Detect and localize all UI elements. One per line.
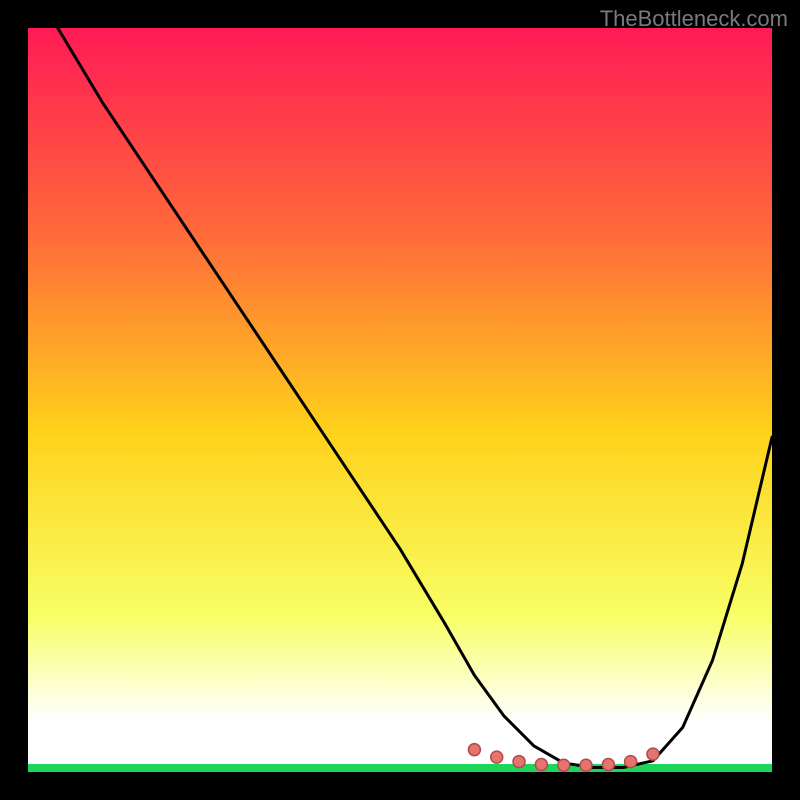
optimal-dot	[491, 751, 503, 763]
optimal-dot	[647, 748, 659, 760]
chart-container: TheBottleneck.com	[0, 0, 800, 800]
optimal-dot	[535, 759, 547, 771]
optimal-dot	[625, 756, 637, 768]
chart-svg	[28, 28, 772, 772]
optimal-dot	[468, 744, 480, 756]
optimal-dot	[580, 759, 592, 771]
optimal-dot	[602, 759, 614, 771]
plot-area	[28, 28, 772, 772]
optimal-dot	[513, 756, 525, 768]
optimal-dot	[558, 759, 570, 771]
